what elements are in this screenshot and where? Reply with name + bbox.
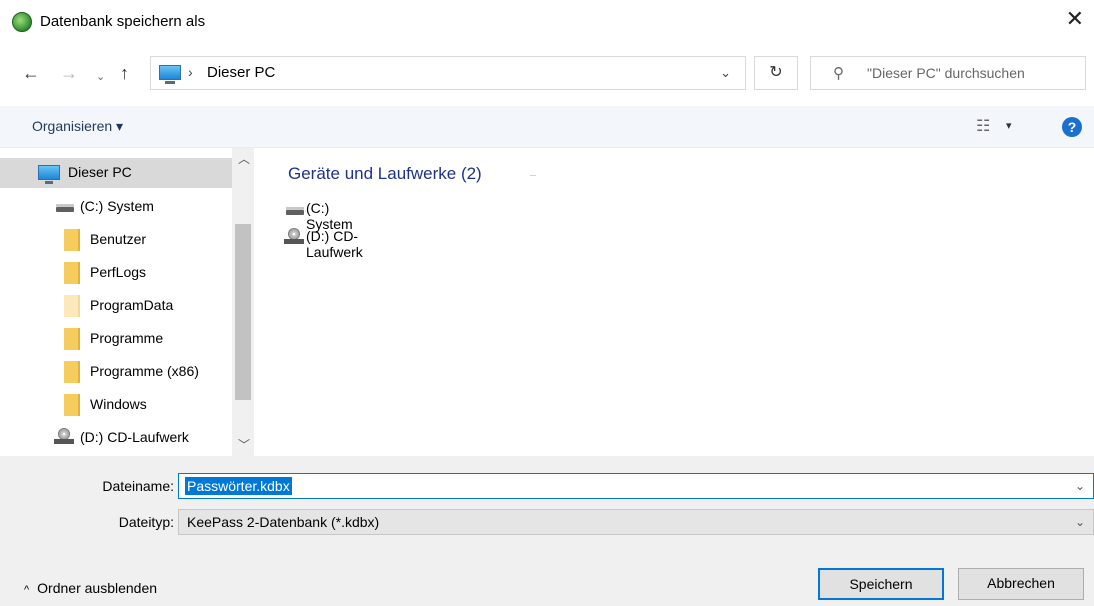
this-pc-icon — [159, 65, 181, 84]
filename-dropdown-icon[interactable]: ⌄ — [1075, 479, 1085, 493]
tree-item-benutzer[interactable]: Benutzer — [0, 225, 232, 255]
this-pc-icon — [38, 165, 60, 184]
close-icon[interactable]: ✕ — [1066, 8, 1084, 30]
folder-icon — [64, 394, 80, 416]
search-placeholder: "Dieser PC" durchsuchen — [867, 65, 1025, 81]
help-icon[interactable]: ? — [1062, 117, 1082, 137]
address-dropdown-icon[interactable]: ⌄ — [720, 65, 731, 81]
folder-icon — [64, 229, 80, 251]
hard-drive-icon — [56, 204, 74, 212]
navigation-bar: ← → ⌄ ↑ › Dieser PC ⌄ ↻ ⚲ "Dieser PC" du… — [0, 46, 1094, 102]
save-form: Dateiname: Passwörter.kdbx ⌄ Dateityp: K… — [0, 456, 1094, 606]
address-bar[interactable]: › Dieser PC ⌄ — [150, 56, 746, 90]
folder-icon — [64, 262, 80, 284]
tree-item-c-drive[interactable]: (C:) System — [0, 192, 232, 222]
cd-drive-icon — [284, 228, 304, 244]
breadcrumb-separator[interactable]: › — [188, 64, 193, 80]
recent-locations-icon[interactable]: ⌄ — [96, 68, 105, 86]
hide-folders-button[interactable]: ^ Ordner ausblenden — [24, 580, 157, 596]
back-icon[interactable]: ← — [22, 64, 40, 82]
tree-item-label: (C:) System — [80, 198, 154, 214]
view-dropdown-icon[interactable]: ▾ — [1006, 119, 1012, 132]
file-list: Geräte und Laufwerke (2) (C:) System (D:… — [254, 148, 1094, 456]
tree-item-label: PerfLogs — [90, 264, 147, 280]
group-header[interactable]: Geräte und Laufwerke (2) — [288, 164, 482, 184]
tree-item-windows[interactable]: Windows — [0, 390, 232, 420]
tree-item-programdata[interactable]: ProgramData — [0, 291, 232, 321]
filetype-dropdown-icon[interactable]: ⌄ — [1075, 515, 1085, 529]
group-divider — [530, 175, 536, 176]
cd-drive-icon — [54, 428, 74, 444]
navigation-pane: Dieser PC (C:) System Benutzer PerfLogs … — [0, 148, 254, 456]
filetype-label: Dateityp: — [118, 514, 174, 530]
tree-item-label: Benutzer — [90, 231, 147, 247]
organize-button[interactable]: Organisieren ▾ — [32, 118, 123, 135]
tree-item-perflogs[interactable]: PerfLogs — [0, 258, 232, 288]
refresh-button[interactable]: ↻ — [754, 56, 798, 90]
tree-item-label: Dieser PC — [68, 164, 132, 180]
view-options-icon[interactable]: ☷ — [976, 116, 990, 136]
tree-item-label: Windows — [90, 396, 147, 412]
tree-item-this-pc[interactable]: Dieser PC — [0, 158, 232, 188]
search-input[interactable]: ⚲ "Dieser PC" durchsuchen — [810, 56, 1086, 90]
hard-drive-icon — [286, 207, 304, 215]
tree-item-label: (D:) CD-Laufwerk — [80, 429, 189, 445]
drive-item-label: (D:) CD-Laufwerk — [306, 228, 363, 260]
tree-item-label: ProgramData — [90, 297, 174, 313]
tree-item-programme[interactable]: Programme — [0, 324, 232, 354]
filename-field[interactable]: Passwörter.kdbx ⌄ — [178, 473, 1094, 499]
filetype-select[interactable]: KeePass 2-Datenbank (*.kdbx) ⌄ — [178, 509, 1094, 535]
filename-value[interactable]: Passwörter.kdbx — [185, 477, 292, 495]
tree-item-label: Programme (x86) — [90, 363, 199, 379]
title-bar: Datenbank speichern als ✕ — [0, 0, 1094, 46]
chevron-up-icon: ^ — [24, 584, 30, 596]
refresh-icon: ↻ — [769, 64, 783, 81]
keepass-icon — [12, 12, 32, 32]
forward-icon[interactable]: → — [60, 64, 78, 82]
scroll-thumb[interactable] — [235, 224, 251, 400]
up-icon[interactable]: ↑ — [120, 64, 129, 82]
scroll-down-icon[interactable]: ﹀ — [238, 436, 250, 453]
command-bar: Organisieren ▾ ☷ ▾ ? — [0, 106, 1094, 148]
folder-icon — [64, 328, 80, 350]
breadcrumb-this-pc[interactable]: Dieser PC — [207, 64, 275, 81]
tree-item-label: Programme — [90, 330, 164, 346]
tree-scrollbar[interactable]: ︿ ﹀ — [232, 148, 254, 456]
window-title: Datenbank speichern als — [40, 13, 206, 30]
tree-item-d-drive[interactable]: (D:) CD-Laufwerk — [0, 423, 232, 453]
folder-icon — [64, 361, 80, 383]
tree-item-programme-x86[interactable]: Programme (x86) — [0, 357, 232, 387]
filename-label: Dateiname: — [102, 478, 174, 494]
filetype-value: KeePass 2-Datenbank (*.kdbx) — [187, 514, 380, 530]
scroll-up-icon[interactable]: ︿ — [238, 150, 250, 167]
search-icon: ⚲ — [833, 65, 844, 82]
save-button[interactable]: Speichern — [818, 568, 944, 600]
folder-hidden-icon — [64, 295, 80, 317]
hide-folders-label: Ordner ausblenden — [37, 580, 158, 596]
cancel-button[interactable]: Abbrechen — [958, 568, 1084, 600]
